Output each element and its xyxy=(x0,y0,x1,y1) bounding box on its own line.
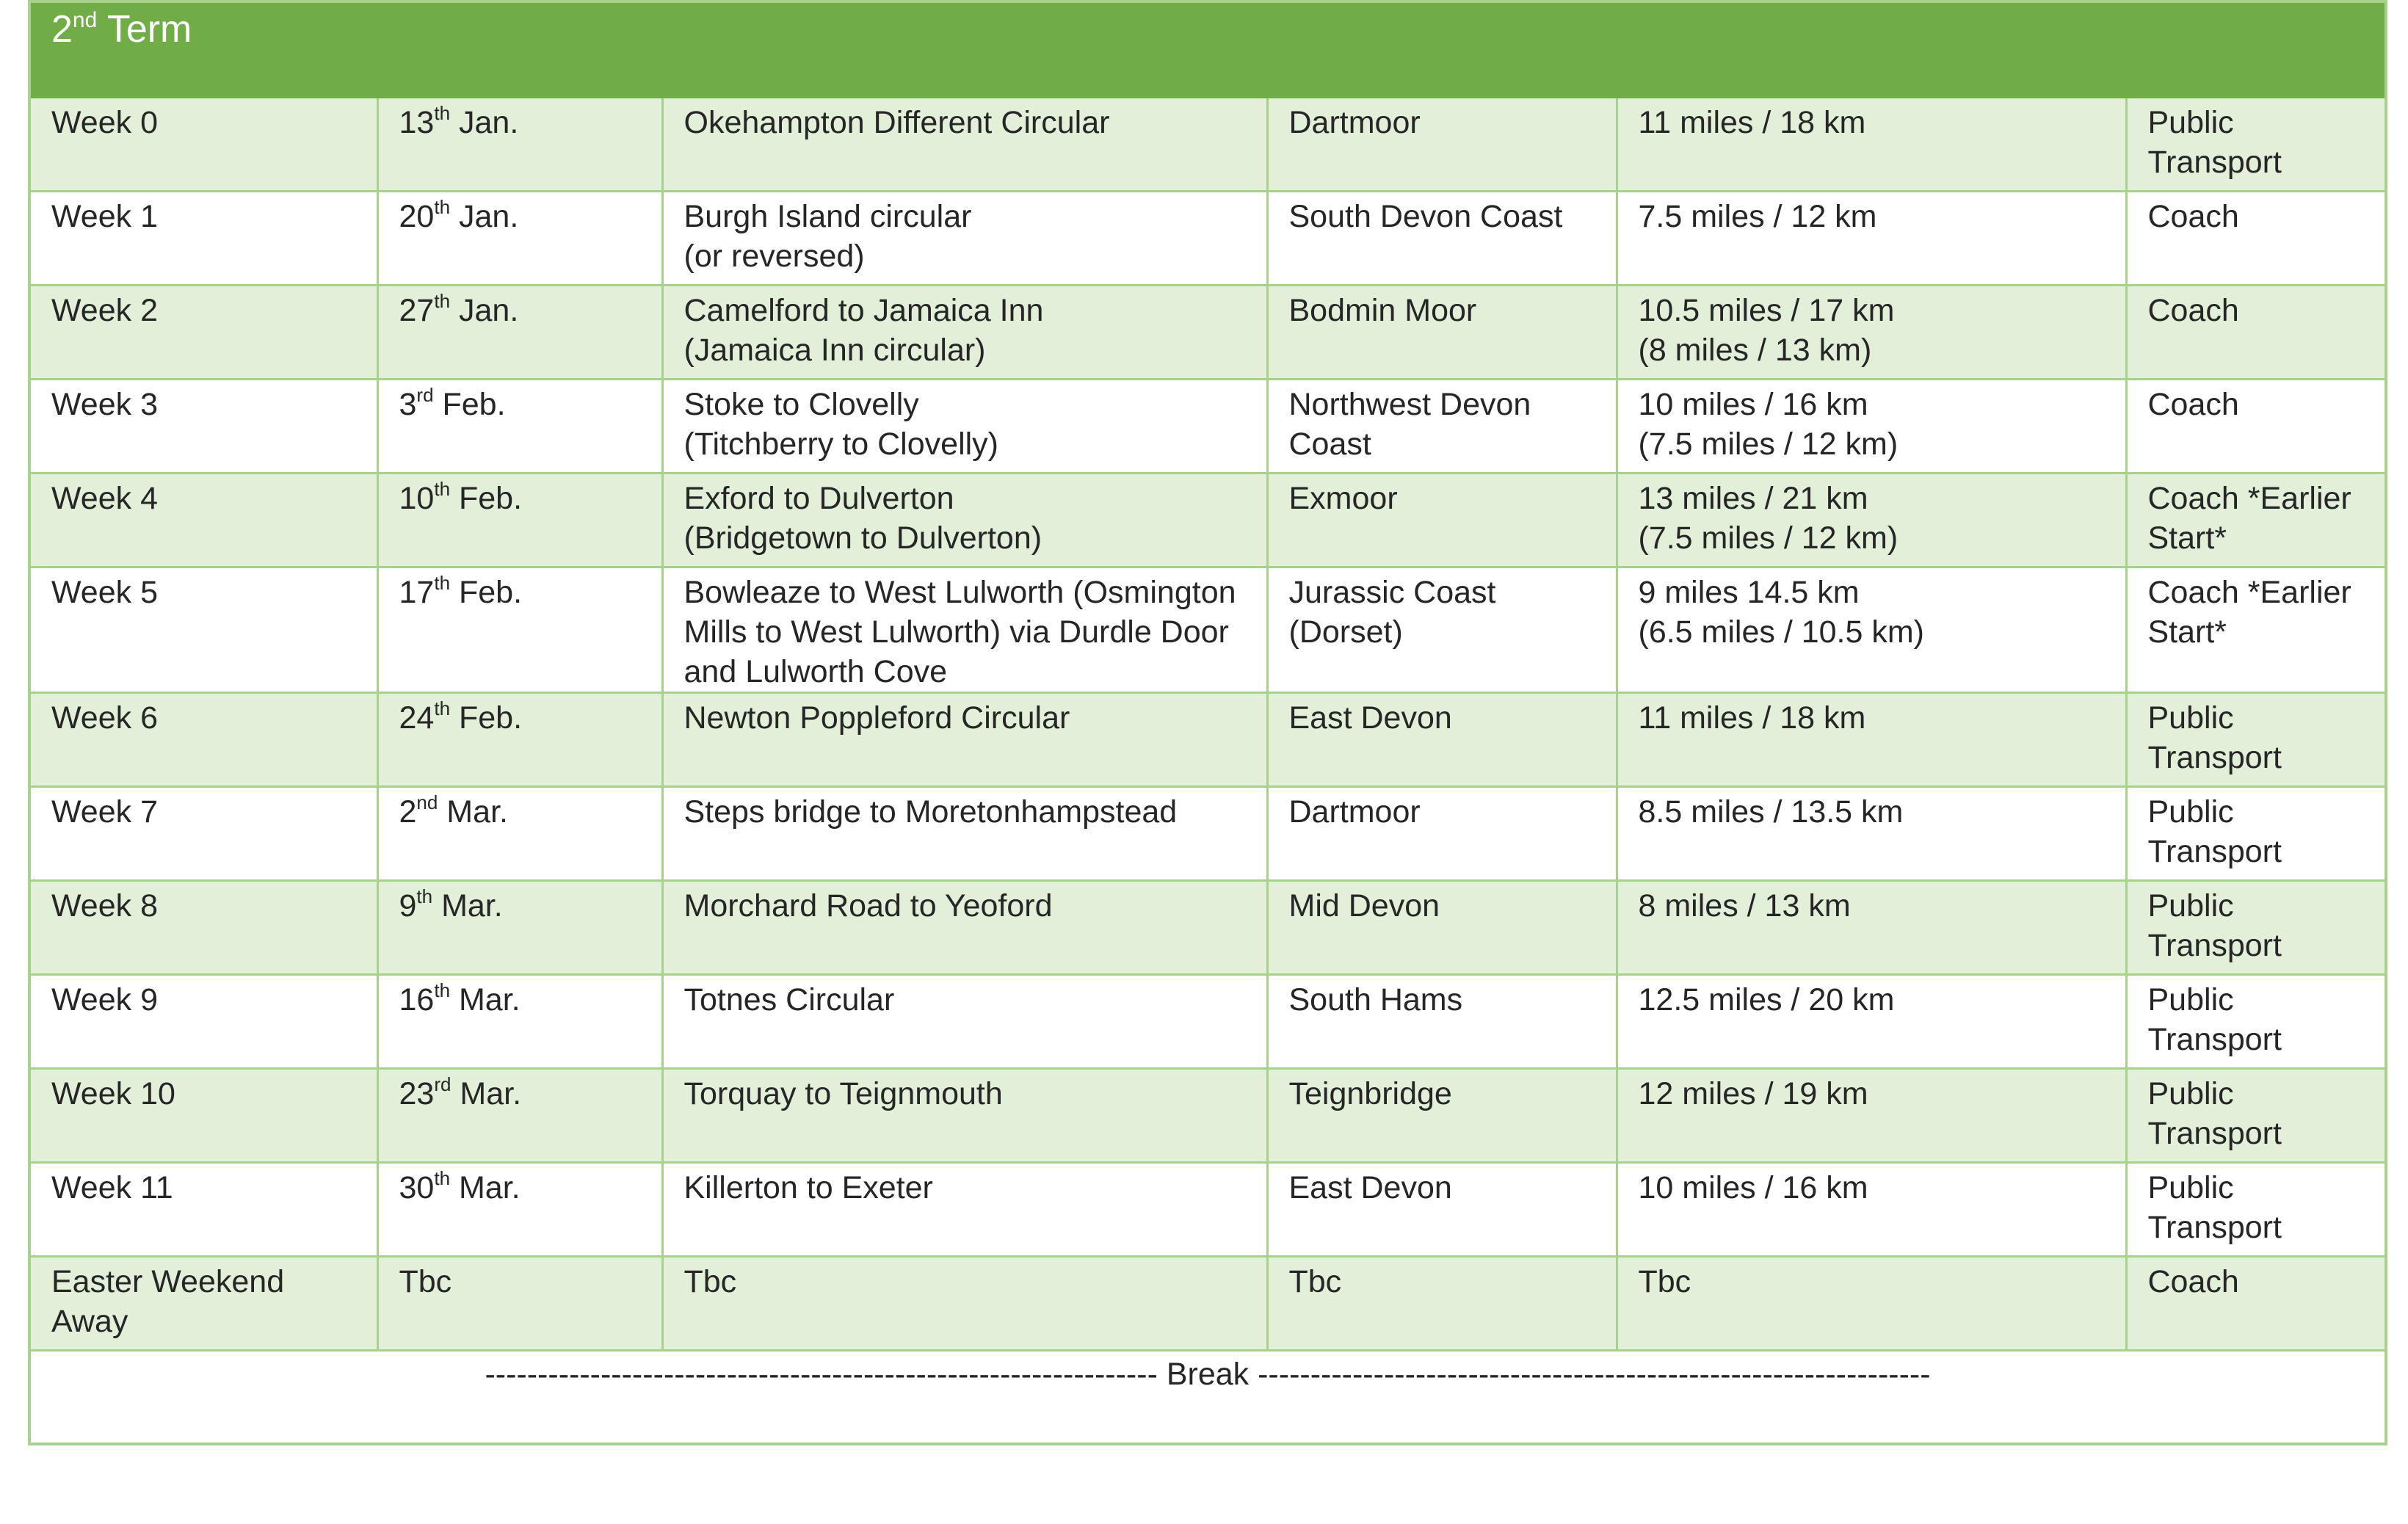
transport-cell: Coach xyxy=(2125,283,2387,380)
break-row: ----------------------------------------… xyxy=(28,1349,2387,1445)
route-cell: Tbc xyxy=(661,1255,1269,1351)
date-cell: 3rd Feb. xyxy=(376,377,664,474)
area-cell: Northwest Devon Coast xyxy=(1266,377,1618,474)
week-cell: Week 9 xyxy=(28,973,379,1070)
distance-cell: 10 miles / 16 km xyxy=(1615,1161,2128,1258)
distance-cell: 10.5 miles / 17 km (8 miles / 13 km) xyxy=(1615,283,2128,380)
distance-cell: Tbc xyxy=(1615,1255,2128,1351)
week-cell: Week 8 xyxy=(28,879,379,976)
week-cell: Week 2 xyxy=(28,283,379,380)
date-cell: 30th Mar. xyxy=(376,1161,664,1258)
transport-cell: Public Transport xyxy=(2125,1161,2387,1258)
transport-cell: Public Transport xyxy=(2125,1067,2387,1164)
break-label: ----------------------------------------… xyxy=(28,1349,2387,1445)
area-cell: Tbc xyxy=(1266,1255,1618,1351)
table-row: Week 11 30th Mar. Killerton to Exeter East … xyxy=(28,1161,2387,1258)
route-cell: Exford to Dulverton (Bridgetown to Dulve… xyxy=(661,471,1269,568)
distance-cell: 10 miles / 16 km (7.5 miles / 12 km) xyxy=(1615,377,2128,474)
transport-cell: Public Transport xyxy=(2125,879,2387,976)
date-cell: 10th Feb. xyxy=(376,471,664,568)
area-cell: South Devon Coast xyxy=(1266,189,1618,286)
distance-cell: 12 miles / 19 km xyxy=(1615,1067,2128,1164)
week-cell: Week 6 xyxy=(28,691,379,788)
transport-cell: Coach *Earlier Start* xyxy=(2125,471,2387,568)
route-cell: Newton Poppleford Circular xyxy=(661,691,1269,788)
route-cell: Burgh Island circular (or reversed) xyxy=(661,189,1269,286)
table-row: Week 8 9th Mar. Morchard Road to Yeoford Mi… xyxy=(28,879,2387,976)
date-cell: 2nd Mar. xyxy=(376,785,664,882)
date-cell: 13th Jan. xyxy=(376,95,664,192)
date-cell: 9th Mar. xyxy=(376,879,664,976)
term-title: 2nd Term xyxy=(28,0,2387,98)
table-row: Week 2 27th Jan. Camelford to Jamaica Inn … xyxy=(28,283,2387,380)
week-cell: Week 0 xyxy=(28,95,379,192)
area-cell: Mid Devon xyxy=(1266,879,1618,976)
table-row: Easter Weekend Away Tbc Tbc Tbc Tbc Coach xyxy=(28,1255,2387,1351)
table-row: Week 9 16th Mar. Totnes Circular South Hams… xyxy=(28,973,2387,1070)
term-header-row: 2nd Term xyxy=(28,0,2387,98)
week-cell: Week 10 xyxy=(28,1067,379,1164)
distance-cell: 8.5 miles / 13.5 km xyxy=(1615,785,2128,882)
route-cell: Stoke to Clovelly (Titchberry to Clovell… xyxy=(661,377,1269,474)
transport-cell: Coach xyxy=(2125,1255,2387,1351)
distance-cell: 11 miles / 18 km xyxy=(1615,95,2128,192)
date-cell: 20th Jan. xyxy=(376,189,664,286)
distance-cell: 11 miles / 18 km xyxy=(1615,691,2128,788)
table-row: Week 7 2nd Mar. Steps bridge to Moretonham… xyxy=(28,785,2387,882)
walk-schedule-table: 2nd Term Week 0 13th Jan. Okehampton Diffe… xyxy=(28,0,2388,1445)
area-cell: Bodmin Moor xyxy=(1266,283,1618,380)
area-cell: Dartmoor xyxy=(1266,785,1618,882)
area-cell: East Devon xyxy=(1266,691,1618,788)
area-cell: South Hams xyxy=(1266,973,1618,1070)
week-cell: Week 5 xyxy=(28,565,379,694)
area-cell: Teignbridge xyxy=(1266,1067,1618,1164)
transport-cell: Coach xyxy=(2125,377,2387,474)
table-row: Week 4 10th Feb. Exford to Dulverton (Brid… xyxy=(28,471,2387,568)
date-cell: 23rd Mar. xyxy=(376,1067,664,1164)
route-cell: Killerton to Exeter xyxy=(661,1161,1269,1258)
table-row: Week 5 17th Feb. Bowleaze to West Lulworth… xyxy=(28,565,2387,694)
distance-cell: 12.5 miles / 20 km xyxy=(1615,973,2128,1070)
week-cell: Week 4 xyxy=(28,471,379,568)
transport-cell: Public Transport xyxy=(2125,785,2387,882)
week-cell: Week 11 xyxy=(28,1161,379,1258)
route-cell: Okehampton Different Circular xyxy=(661,95,1269,192)
distance-cell: 9 miles 14.5 km (6.5 miles / 10.5 km) xyxy=(1615,565,2128,694)
table-row: Week 0 13th Jan. Okehampton Different Circ… xyxy=(28,95,2387,192)
transport-cell: Coach xyxy=(2125,189,2387,286)
week-cell: Easter Weekend Away xyxy=(28,1255,379,1351)
route-cell: Totnes Circular xyxy=(661,973,1269,1070)
transport-cell: Public Transport xyxy=(2125,973,2387,1070)
week-cell: Week 3 xyxy=(28,377,379,474)
transport-cell: Coach *Earlier Start* xyxy=(2125,565,2387,694)
route-cell: Morchard Road to Yeoford xyxy=(661,879,1269,976)
date-cell: 27th Jan. xyxy=(376,283,664,380)
route-cell: Camelford to Jamaica Inn (Jamaica Inn ci… xyxy=(661,283,1269,380)
date-cell: 24th Feb. xyxy=(376,691,664,788)
route-cell: Torquay to Teignmouth xyxy=(661,1067,1269,1164)
transport-cell: Public Transport xyxy=(2125,691,2387,788)
area-cell: East Devon xyxy=(1266,1161,1618,1258)
route-cell: Bowleaze to West Lulworth (Osmington Mil… xyxy=(661,565,1269,694)
transport-cell: Public Transport xyxy=(2125,95,2387,192)
date-cell: 17th Feb. xyxy=(376,565,664,694)
distance-cell: 13 miles / 21 km (7.5 miles / 12 km) xyxy=(1615,471,2128,568)
distance-cell: 7.5 miles / 12 km xyxy=(1615,189,2128,286)
week-cell: Week 7 xyxy=(28,785,379,882)
area-cell: Exmoor xyxy=(1266,471,1618,568)
route-cell: Steps bridge to Moretonhampstead xyxy=(661,785,1269,882)
area-cell: Dartmoor xyxy=(1266,95,1618,192)
area-cell: Jurassic Coast (Dorset) xyxy=(1266,565,1618,694)
table-row: Week 6 24th Feb. Newton Poppleford Circula… xyxy=(28,691,2387,788)
week-cell: Week 1 xyxy=(28,189,379,286)
table-row: Week 10 23rd Mar. Torquay to Teignmouth Tei… xyxy=(28,1067,2387,1164)
date-cell: 16th Mar. xyxy=(376,973,664,1070)
distance-cell: 8 miles / 13 km xyxy=(1615,879,2128,976)
table-row: Week 1 20th Jan. Burgh Island circular (or… xyxy=(28,189,2387,286)
date-cell: Tbc xyxy=(376,1255,664,1351)
table-row: Week 3 3rd Feb. Stoke to Clovelly (Titchbe… xyxy=(28,377,2387,474)
